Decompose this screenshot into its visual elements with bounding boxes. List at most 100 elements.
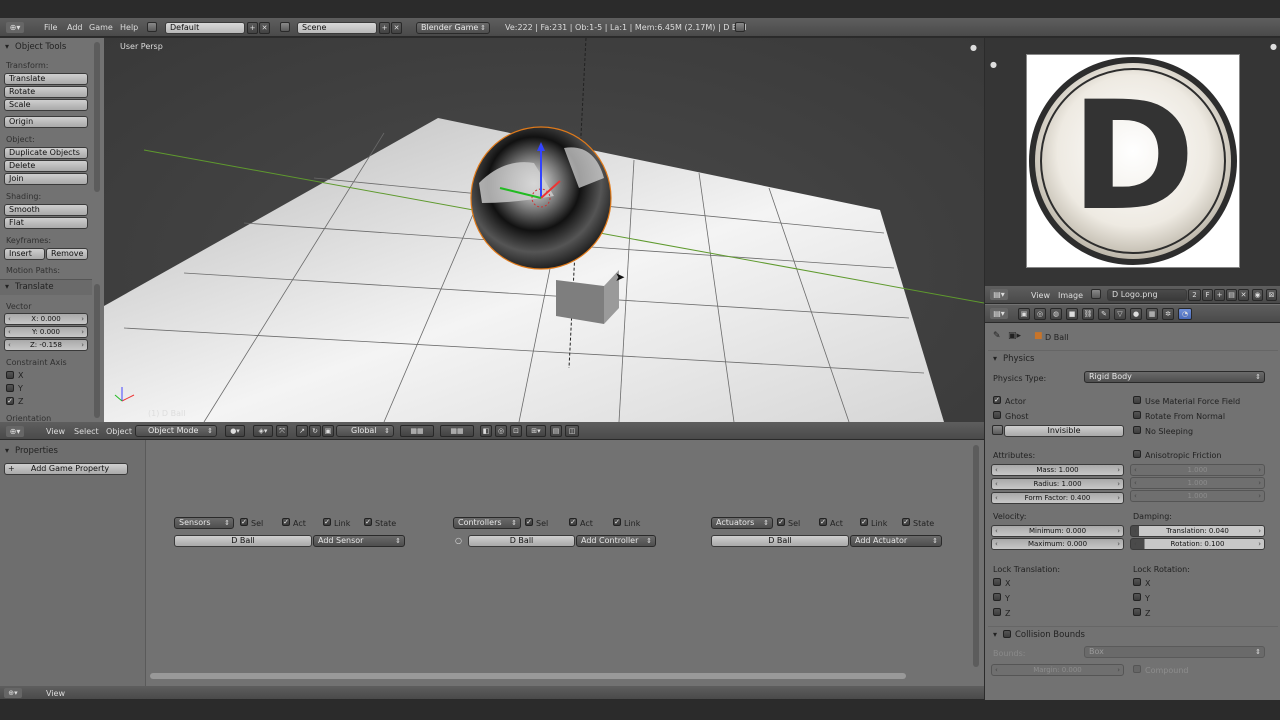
join-button[interactable]: Join <box>4 173 88 185</box>
menu-object[interactable]: Object <box>106 427 132 436</box>
controllers-link-checkbox[interactable]: ✓ <box>613 518 621 526</box>
actuators-sel-checkbox[interactable]: ✓ <box>777 518 785 526</box>
image-close-button[interactable]: ✕ <box>1238 289 1249 301</box>
sensors-object-button[interactable]: D Ball <box>174 535 312 547</box>
sensors-state-checkbox[interactable]: ✓ <box>364 518 372 526</box>
radius-field[interactable]: Radius: 1.000 <box>991 478 1124 490</box>
scale-button[interactable]: Scale <box>4 99 88 111</box>
editor-type-icon[interactable]: ⊕▾ <box>6 22 24 33</box>
lock-rot-y-checkbox[interactable] <box>1133 593 1141 601</box>
material-tab-icon[interactable]: ● <box>1130 308 1142 320</box>
image-pack-icon[interactable]: ⊠ <box>1266 289 1277 301</box>
physics-type-select[interactable]: Rigid Body <box>1084 371 1265 383</box>
pivot-icon[interactable]: ◈▾ <box>253 425 273 437</box>
object-tab-icon[interactable]: ■ <box>1066 308 1078 320</box>
constraints-tab-icon[interactable]: ⛓ <box>1082 308 1094 320</box>
particles-tab-icon[interactable]: ✲ <box>1162 308 1174 320</box>
vector-y-field[interactable]: Y: 0.000 <box>4 326 88 338</box>
editor-type-icon[interactable]: ▤▾ <box>990 308 1008 319</box>
compound-checkbox[interactable] <box>1133 665 1141 673</box>
menu-game[interactable]: Game <box>89 23 113 32</box>
menu-view[interactable]: View <box>1031 291 1050 300</box>
damping-translation-field[interactable]: Translation: 0.040 <box>1130 525 1265 537</box>
vector-z-field[interactable]: Z: -0.158 <box>4 339 88 351</box>
add-sensor-select[interactable]: Add Sensor <box>313 535 405 547</box>
add-controller-select[interactable]: Add Controller <box>576 535 656 547</box>
rotate-from-normal-checkbox[interactable] <box>1133 411 1141 419</box>
orientation-select[interactable]: Global <box>336 425 394 437</box>
world-tab-icon[interactable]: ◍ <box>1050 308 1062 320</box>
actuators-dropdown[interactable]: Actuators <box>711 517 773 529</box>
margin-field[interactable]: Margin: 0.000 <box>991 664 1124 676</box>
rotate-button[interactable]: Rotate <box>4 86 88 98</box>
editor-type-icon[interactable]: ▤▾ <box>990 289 1008 300</box>
lock-rot-z-checkbox[interactable] <box>1133 608 1141 616</box>
smooth-button[interactable]: Smooth <box>4 204 88 216</box>
menu-help[interactable]: Help <box>120 23 138 32</box>
shading-icon[interactable]: ●▾ <box>225 425 245 437</box>
render-tab-icon[interactable]: ▣ <box>1018 308 1030 320</box>
use-material-force-checkbox[interactable] <box>1133 396 1141 404</box>
actuators-state-checkbox[interactable]: ✓ <box>902 518 910 526</box>
insert-keyframe-button[interactable]: Insert <box>4 248 45 260</box>
menu-view[interactable]: View <box>46 427 65 436</box>
aniso-z-field[interactable]: 1.000 <box>1130 490 1265 502</box>
scene-tab-icon[interactable]: ◎ <box>1034 308 1046 320</box>
layers-icon[interactable]: ▦▦ <box>440 425 474 437</box>
bounds-select[interactable]: Box <box>1084 646 1265 658</box>
lock-icon[interactable]: ◧ <box>480 425 492 437</box>
operator-scrollbar[interactable] <box>94 284 100 418</box>
object-tools-title[interactable]: Object Tools <box>15 42 66 52</box>
logic-horizontal-scrollbar[interactable] <box>150 673 906 679</box>
image-name-field[interactable]: D Logo.png <box>1107 289 1187 301</box>
layout-add-button[interactable]: + <box>247 22 258 34</box>
actuators-object-button[interactable]: D Ball <box>711 535 849 547</box>
add-game-property-button[interactable]: Add Game Property <box>4 463 128 475</box>
manipulator-icon[interactable]: ⤧ <box>276 425 288 437</box>
image-browse-icon[interactable] <box>1091 289 1101 299</box>
form-factor-field[interactable]: Form Factor: 0.400 <box>991 492 1124 504</box>
collision-bounds-title[interactable]: Collision Bounds <box>1015 630 1085 640</box>
scene-field[interactable]: Scene <box>297 22 377 34</box>
add-actuator-select[interactable]: Add Actuator <box>850 535 942 547</box>
controllers-dropdown[interactable]: Controllers <box>453 517 521 529</box>
tool-shelf-scrollbar[interactable] <box>94 42 100 192</box>
no-sleeping-checkbox[interactable] <box>1133 426 1141 434</box>
layout-close-button[interactable]: ✕ <box>259 22 270 34</box>
anisotropic-checkbox[interactable] <box>1133 450 1141 458</box>
data-tab-icon[interactable]: ▽ <box>1114 308 1126 320</box>
proportional-icon[interactable]: ⊞▾ <box>526 425 546 437</box>
snap-icon[interactable]: ◎ <box>495 425 507 437</box>
texture-tab-icon[interactable]: ▦ <box>1146 308 1158 320</box>
3d-viewport[interactable]: User Persp (1) D Ball ➤ ● <box>104 38 984 422</box>
logic-vertical-scrollbar[interactable] <box>973 445 979 667</box>
editor-type-icon[interactable]: ⊕▾ <box>6 426 24 437</box>
damping-rotation-field[interactable]: Rotation: 0.100 <box>1130 538 1265 550</box>
rotate-manipulator-icon[interactable]: ↻ <box>309 425 321 437</box>
delete-button[interactable]: Delete <box>4 160 88 172</box>
aniso-y-field[interactable]: 1.000 <box>1130 477 1265 489</box>
velocity-min-field[interactable]: Minimum: 0.000 <box>991 525 1124 537</box>
collision-bounds-checkbox[interactable] <box>1003 630 1011 638</box>
scene-add-button[interactable]: + <box>379 22 390 34</box>
mode-select[interactable]: Object Mode <box>135 425 217 437</box>
menu-select[interactable]: Select <box>74 427 99 436</box>
camera-icon[interactable]: ◫ <box>565 425 579 437</box>
pin-icon[interactable]: ✎ <box>993 331 1001 341</box>
axis-y-checkbox[interactable] <box>6 384 14 392</box>
image-add-button[interactable]: + <box>1214 289 1225 301</box>
render-icon[interactable] <box>735 22 745 32</box>
menu-add[interactable]: Add <box>67 23 83 32</box>
actor-checkbox[interactable]: ✓ <box>993 396 1001 404</box>
layout-icon[interactable] <box>147 22 157 32</box>
ghost-checkbox[interactable] <box>993 411 1001 419</box>
mass-field[interactable]: Mass: 1.000 <box>991 464 1124 476</box>
editor-type-icon[interactable]: ⊕▾ <box>4 688 22 698</box>
controllers-sel-checkbox[interactable]: ✓ <box>525 518 533 526</box>
controllers-act-checkbox[interactable]: ✓ <box>569 518 577 526</box>
actuators-act-checkbox[interactable]: ✓ <box>819 518 827 526</box>
invisible-button[interactable]: Invisible <box>1004 425 1124 437</box>
image-editor-corner-icon[interactable]: ● <box>1270 42 1277 51</box>
physics-tab-icon[interactable]: ◔ <box>1178 308 1192 320</box>
controllers-object-button[interactable]: D Ball <box>468 535 575 547</box>
